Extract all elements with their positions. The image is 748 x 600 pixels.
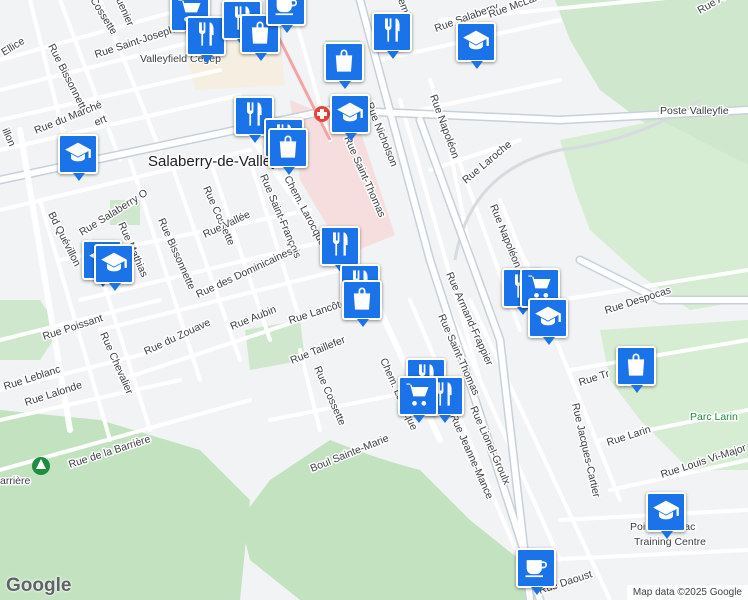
map-attribution[interactable]: Map data ©2025 Google: [626, 585, 748, 600]
poi-marker[interactable]: [320, 226, 360, 273]
restaurant-icon: [326, 230, 354, 263]
poi-marker[interactable]: [94, 244, 134, 291]
hospital-icon: [314, 106, 330, 122]
poi-marker[interactable]: [456, 22, 496, 69]
poi-marker[interactable]: [266, 0, 306, 33]
restaurant-icon: [192, 20, 220, 53]
shopping-bag-icon: [274, 132, 302, 165]
poi-marker[interactable]: [646, 492, 686, 539]
poi-marker[interactable]: [516, 548, 556, 595]
restaurant-icon: [378, 16, 406, 49]
school-icon: [462, 26, 490, 59]
poi-marker[interactable]: [58, 134, 98, 181]
poste-label: Poste Valleyfie: [660, 105, 729, 117]
poi-marker[interactable]: [528, 298, 568, 345]
poi-marker[interactable]: [324, 42, 364, 89]
shopping-bag-icon: [330, 46, 358, 79]
school-icon: [652, 496, 680, 529]
poi-marker[interactable]: [372, 12, 412, 59]
school-icon: [534, 302, 562, 335]
poi-marker[interactable]: [398, 376, 438, 423]
poi-marker[interactable]: [342, 280, 382, 327]
school-icon: [64, 138, 92, 171]
poi-marker[interactable]: [268, 128, 308, 175]
park-icon: [32, 457, 50, 475]
coffee-icon: [522, 552, 550, 585]
shopping-bag-icon: [622, 350, 650, 383]
coffee-icon: [272, 0, 300, 23]
poi-marker[interactable]: [616, 346, 656, 393]
shopping-cart-icon: [404, 380, 432, 413]
google-logo[interactable]: Google: [6, 575, 71, 597]
school-icon: [336, 98, 364, 131]
school-icon: [100, 248, 128, 281]
barriere-label: arrière: [0, 475, 31, 487]
poi-marker[interactable]: [330, 94, 370, 141]
park-label: Parc Larin: [690, 411, 738, 423]
poi-marker[interactable]: [186, 16, 226, 63]
shopping-bag-icon: [348, 284, 376, 317]
